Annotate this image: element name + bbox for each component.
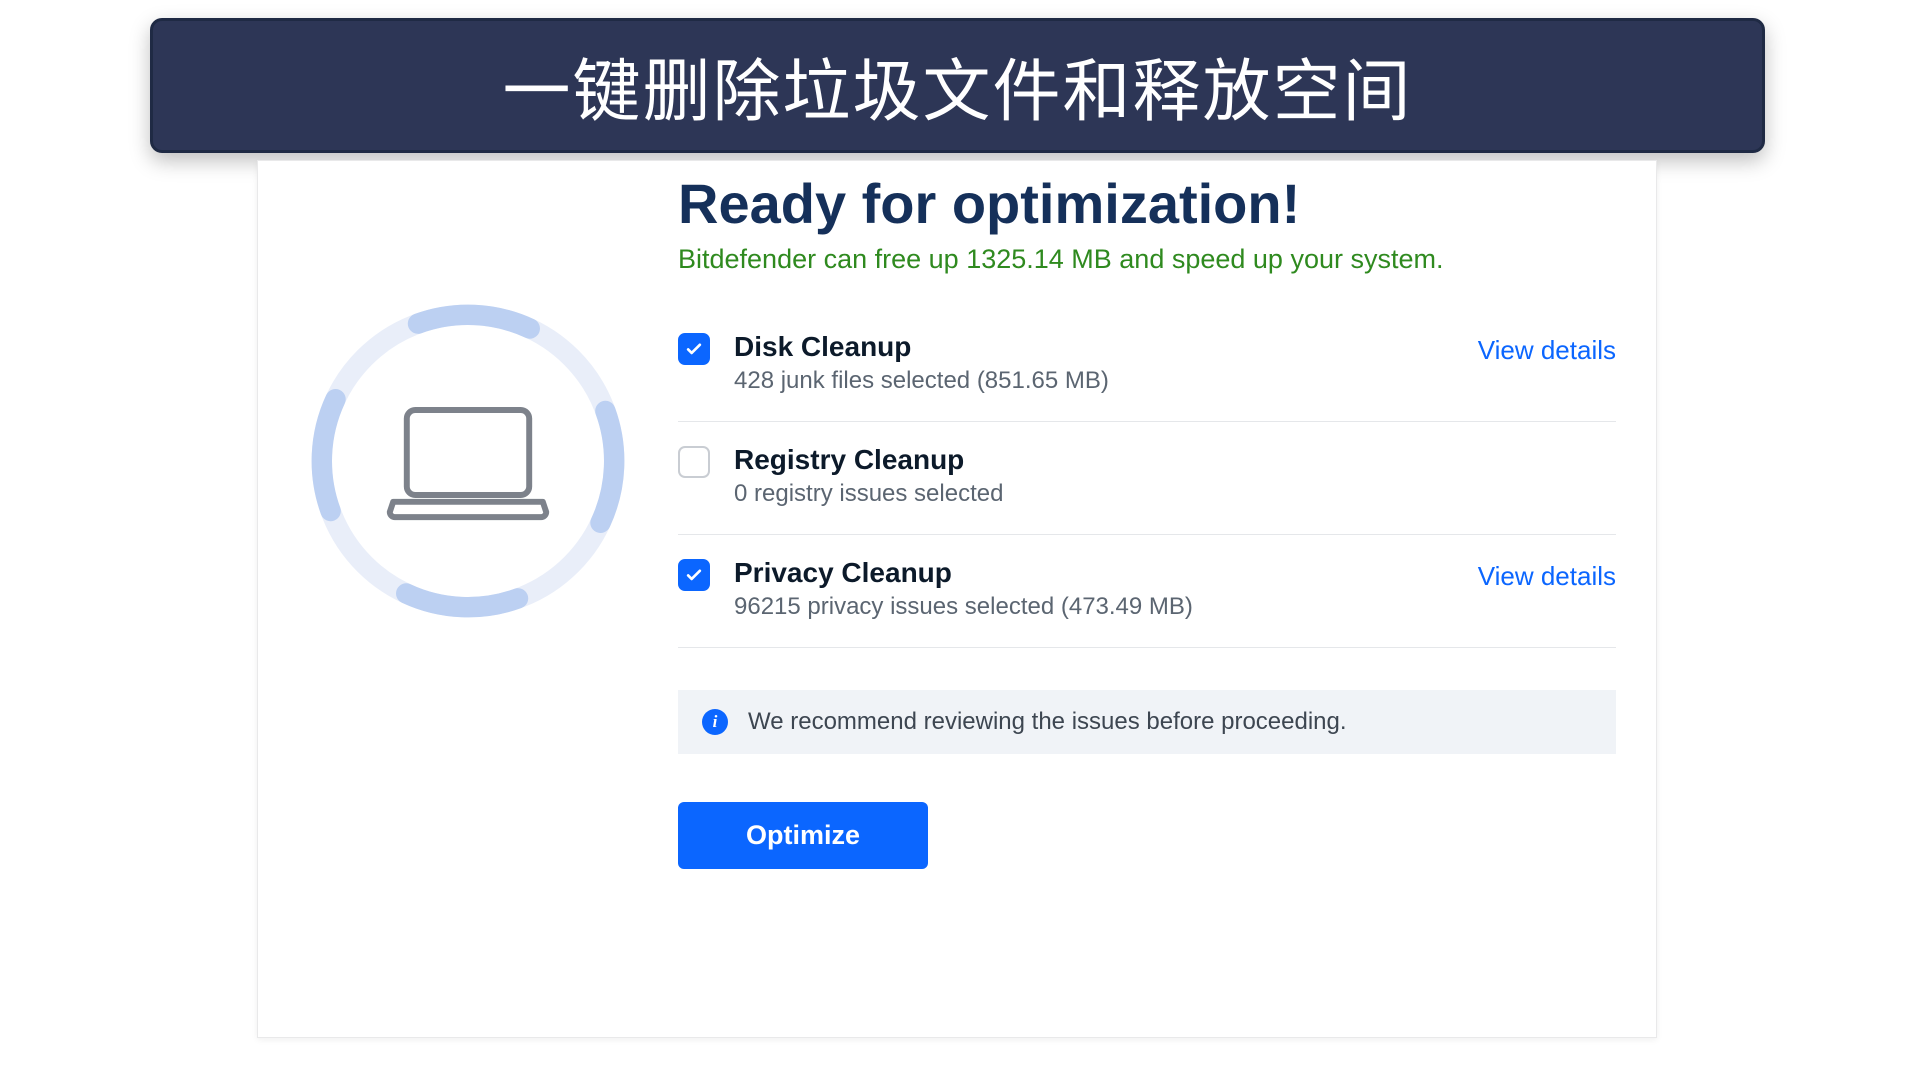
headline: Ready for optimization!: [678, 171, 1616, 236]
cleanup-item-disk: Disk Cleanup 428 junk files selected (85…: [678, 309, 1616, 422]
optimization-panel: Ready for optimization! Bitdefender can …: [257, 160, 1657, 1038]
item-title: Privacy Cleanup: [734, 557, 1478, 589]
item-subtitle: 96215 privacy issues selected (473.49 MB…: [734, 593, 1478, 621]
laptop-ring-icon: [298, 291, 638, 631]
subheadline: Bitdefender can free up 1325.14 MB and s…: [678, 244, 1616, 275]
cleanup-item-privacy: Privacy Cleanup 96215 privacy issues sel…: [678, 535, 1616, 648]
item-title: Registry Cleanup: [734, 444, 1616, 476]
item-subtitle: 0 registry issues selected: [734, 480, 1616, 508]
view-details-link[interactable]: View details: [1478, 335, 1616, 366]
view-details-link[interactable]: View details: [1478, 561, 1616, 592]
info-icon: i: [702, 709, 728, 735]
checkbox-disk-cleanup[interactable]: [678, 333, 710, 365]
info-text: We recommend reviewing the issues before…: [748, 708, 1347, 736]
item-subtitle: 428 junk files selected (851.65 MB): [734, 367, 1478, 395]
item-title: Disk Cleanup: [734, 331, 1478, 363]
checkbox-privacy-cleanup[interactable]: [678, 559, 710, 591]
info-strip: i We recommend reviewing the issues befo…: [678, 690, 1616, 754]
checkbox-registry-cleanup[interactable]: [678, 446, 710, 478]
banner-title: 一键删除垃圾文件和释放空间: [502, 36, 1412, 135]
top-banner: 一键删除垃圾文件和释放空间: [150, 18, 1765, 153]
optimize-button[interactable]: Optimize: [678, 802, 928, 869]
content-column: Ready for optimization! Bitdefender can …: [678, 161, 1656, 1037]
illustration-column: [258, 161, 678, 1037]
cleanup-item-registry: Registry Cleanup 0 registry issues selec…: [678, 422, 1616, 535]
